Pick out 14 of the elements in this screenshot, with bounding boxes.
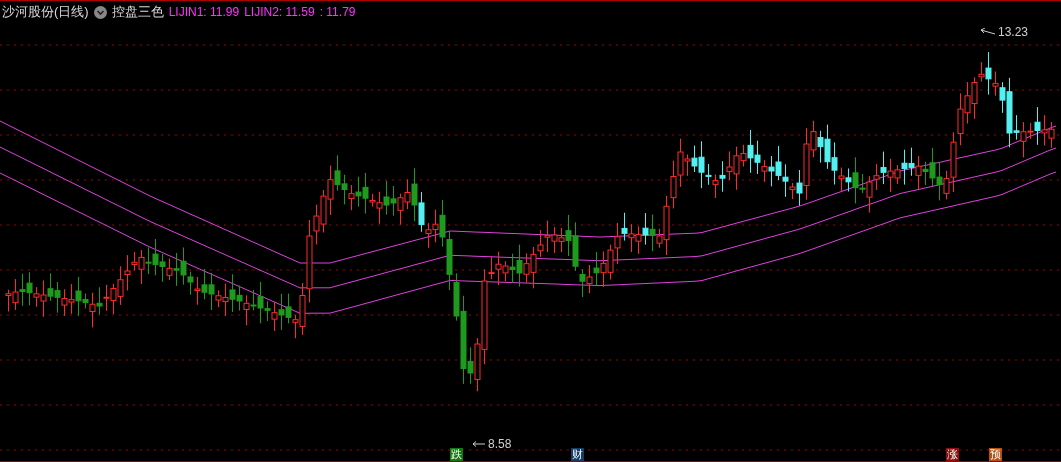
indicator-value: : 11.79	[319, 4, 356, 21]
arrow-icon	[472, 441, 486, 447]
indicator-name: 控盘三色	[111, 3, 164, 21]
event-marker[interactable]: 涨	[946, 448, 959, 461]
event-marker[interactable]: 财	[571, 448, 584, 461]
indicator-value: LIJIN2: 11.59	[244, 4, 315, 21]
indicator-value: LIJIN1: 11.99	[168, 4, 240, 21]
arrow-icon	[980, 28, 996, 36]
chevron-down-icon[interactable]	[93, 5, 107, 19]
event-marker[interactable]: 跌	[450, 448, 463, 461]
low-price-label: 8.58	[488, 436, 512, 453]
stock-title: 沙河股份(日线)	[2, 3, 89, 21]
event-marker[interactable]: 预	[989, 448, 1002, 461]
high-price-label: 13.23	[998, 24, 1029, 41]
